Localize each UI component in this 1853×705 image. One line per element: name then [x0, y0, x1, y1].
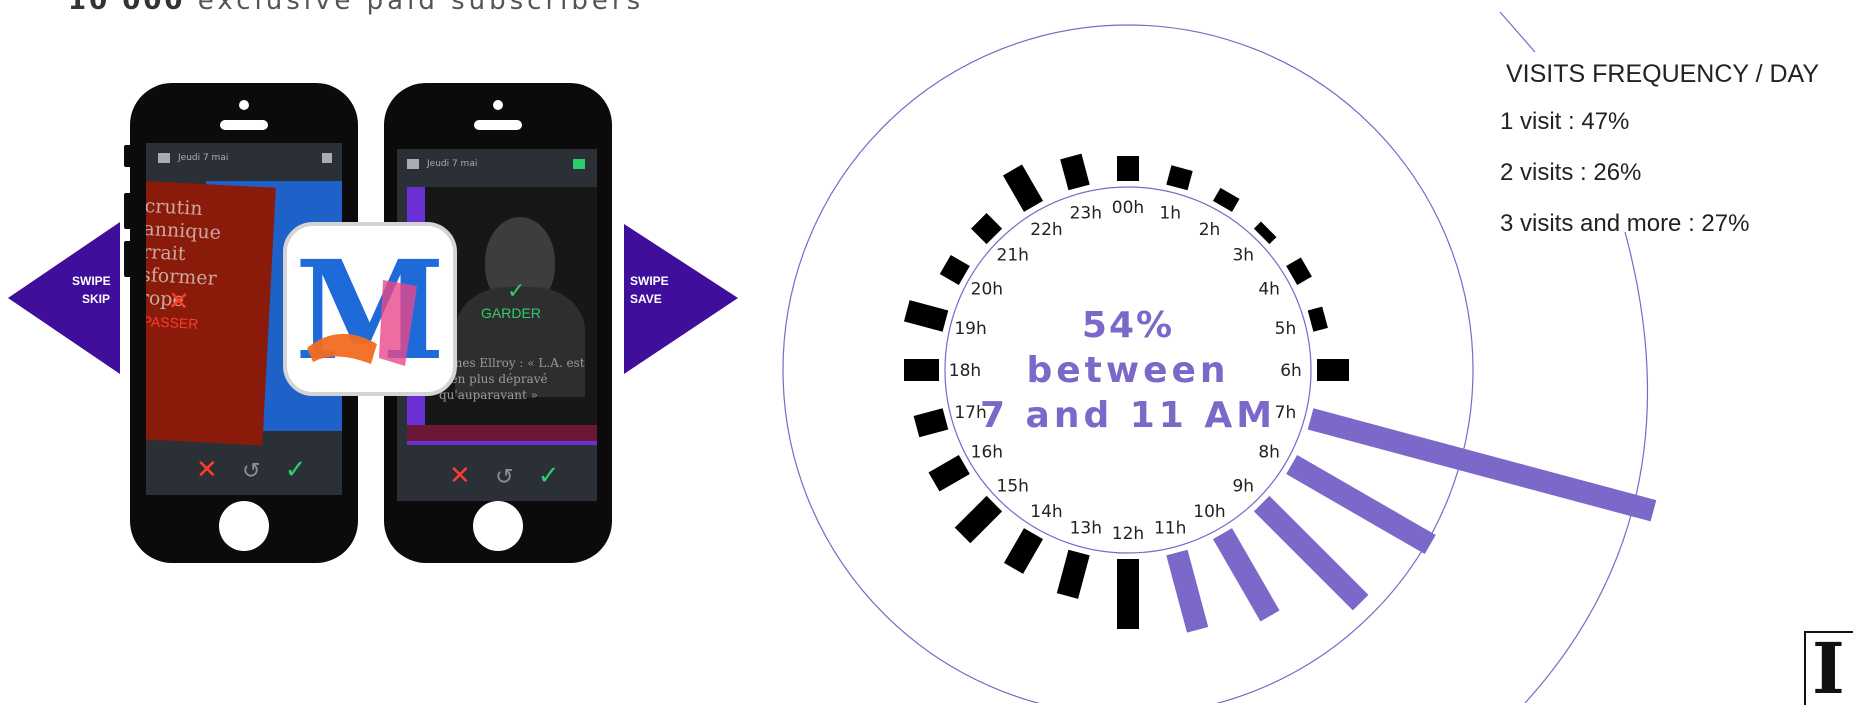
hour-tick-label: 7h	[1275, 403, 1297, 423]
hour-bar	[1056, 549, 1090, 599]
hour-bar	[1307, 306, 1328, 332]
hour-tick-label: 00h	[1112, 198, 1144, 218]
hour-tick-label: 10h	[1193, 502, 1225, 522]
hour-bar	[1003, 528, 1044, 574]
hour-bar	[1002, 164, 1044, 212]
hour-bar	[1166, 549, 1209, 633]
hour-tick-label: 13h	[1070, 518, 1102, 538]
hour-bar	[1286, 454, 1436, 555]
hour-tick-label: 3h	[1232, 246, 1254, 266]
hour-bar	[913, 408, 949, 438]
hour-bar	[1060, 153, 1090, 191]
hour-tick-label: 18h	[949, 361, 981, 381]
hour-tick-label: 15h	[997, 476, 1029, 496]
hour-bar	[939, 254, 970, 286]
visits-frequency-item: 2 visits : 26%	[1500, 159, 1642, 186]
hour-bar	[1212, 187, 1240, 212]
hour-bar	[1253, 221, 1277, 245]
hour-tick-label: 2h	[1199, 220, 1221, 240]
hour-tick-label: 11h	[1154, 518, 1186, 538]
hour-tick-label: 12h	[1112, 524, 1144, 544]
hour-tick-label: 14h	[1030, 502, 1062, 522]
hour-bar	[903, 300, 949, 332]
radial-hour-chart: 00h 1h 2h 3h4h 5h 6h 7h 8h9h 10h 11h 12h 13h 14h15h 1…	[782, 11, 1657, 703]
decor-line	[1499, 11, 1536, 53]
corner-logo-icon: I	[1804, 631, 1853, 705]
hour-tick-label: 4h	[1258, 280, 1280, 300]
hour-tick-label: 9h	[1232, 476, 1254, 496]
visits-frequency-title: VISITS FREQUENCY / DAY	[1506, 60, 1820, 88]
hour-tick-label: 8h	[1258, 443, 1280, 463]
hour-bar	[1212, 528, 1280, 622]
hour-tick-label: 22h	[1030, 220, 1062, 240]
hour-bar	[1166, 165, 1193, 191]
visits-frequency-item: 3 visits and more : 27%	[1500, 210, 1750, 237]
center-annotation-line: 54%	[1082, 305, 1174, 346]
hour-tick-label: 6h	[1280, 361, 1302, 381]
center-annotation-line: 7 and 11 AM	[980, 395, 1276, 436]
hour-tick-label: 1h	[1159, 204, 1181, 224]
visits-frequency-item: 1 visit : 47%	[1500, 108, 1630, 135]
hour-tick-label: 23h	[1070, 204, 1102, 224]
hour-bar	[1253, 495, 1369, 611]
hour-tick-label: 5h	[1275, 319, 1297, 339]
decor-arc	[1524, 231, 1649, 703]
center-annotation-line: between	[1026, 350, 1229, 391]
hour-bar	[971, 213, 1003, 245]
hour-bar	[954, 495, 1003, 544]
hour-tick-label: 16h	[971, 443, 1003, 463]
hour-tick-label: 20h	[971, 280, 1003, 300]
hour-tick-label: 19h	[954, 319, 986, 339]
hour-bar	[1286, 257, 1312, 286]
hour-tick-label: 21h	[997, 246, 1029, 266]
hour-bar	[928, 454, 970, 492]
